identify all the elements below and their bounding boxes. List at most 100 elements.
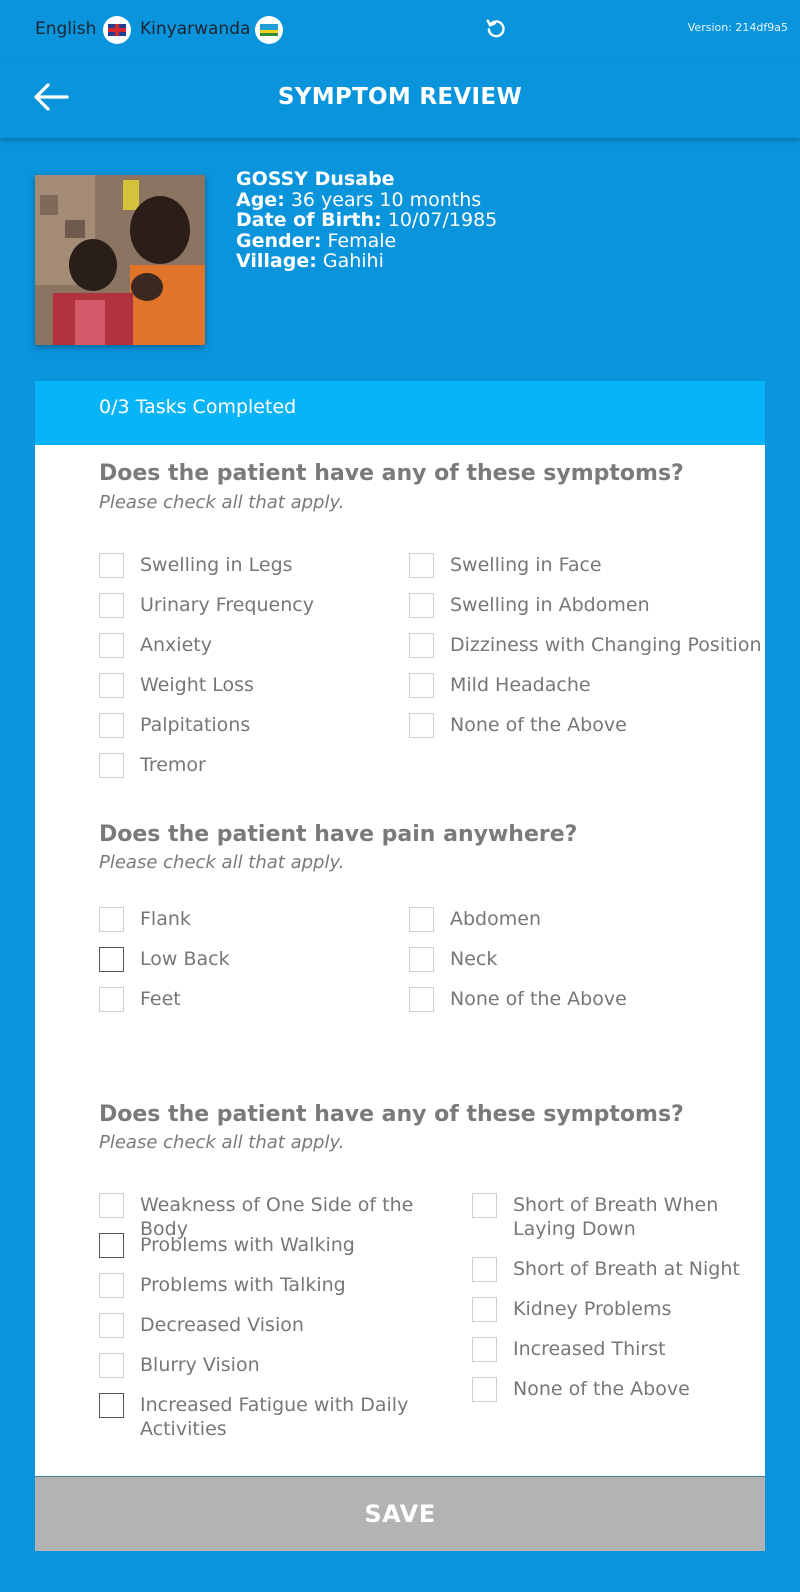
checkbox-dizziness[interactable]: Dizziness with Changing Position bbox=[409, 633, 762, 658]
checkbox-box[interactable] bbox=[409, 633, 434, 658]
checkbox-sob-laying-down[interactable]: Short of Breath When Laying Down bbox=[472, 1193, 742, 1241]
checkbox-label: Flank bbox=[140, 908, 191, 930]
section-3-title: Does the patient have any of these sympt… bbox=[99, 1102, 684, 1127]
checkbox-none-of-the-above-1[interactable]: None of the Above bbox=[409, 713, 627, 738]
checkbox-box[interactable] bbox=[99, 1233, 124, 1258]
checkbox-mild-headache[interactable]: Mild Headache bbox=[409, 673, 591, 698]
version-label: Version: 214df9a5 bbox=[687, 21, 788, 34]
checkbox-none-of-the-above-3[interactable]: None of the Above bbox=[472, 1377, 752, 1402]
checkbox-neck[interactable]: Neck bbox=[409, 947, 497, 972]
patient-age: 36 years 10 months bbox=[290, 188, 482, 211]
checkbox-feet[interactable]: Feet bbox=[99, 987, 181, 1012]
checkbox-box[interactable] bbox=[99, 593, 124, 618]
checkbox-box[interactable] bbox=[99, 947, 124, 972]
checkbox-box[interactable] bbox=[409, 673, 434, 698]
checkbox-increased-fatigue[interactable]: Increased Fatigue with Daily Activities bbox=[99, 1393, 419, 1441]
checkbox-box[interactable] bbox=[409, 553, 434, 578]
patient-gender-row: Gender: Female bbox=[236, 229, 497, 252]
patient-gender: Female bbox=[327, 229, 397, 252]
checkbox-box[interactable] bbox=[99, 907, 124, 932]
checkbox-box[interactable] bbox=[409, 907, 434, 932]
refresh-icon[interactable] bbox=[485, 17, 507, 39]
checkbox-urinary-frequency[interactable]: Urinary Frequency bbox=[99, 593, 314, 618]
checkbox-abdomen[interactable]: Abdomen bbox=[409, 907, 541, 932]
patient-photo bbox=[35, 175, 205, 345]
checkbox-box[interactable] bbox=[99, 1393, 124, 1418]
patient-age-row: Age: 36 years 10 months bbox=[236, 188, 497, 211]
patient-dob-row: Date of Birth: 10/07/1985 bbox=[236, 210, 497, 231]
checkbox-label: Palpitations bbox=[140, 714, 251, 736]
checkbox-tremor[interactable]: Tremor bbox=[99, 753, 206, 778]
checkbox-box[interactable] bbox=[409, 987, 434, 1012]
checkbox-box[interactable] bbox=[472, 1337, 497, 1362]
checkbox-label: Problems with Talking bbox=[140, 1274, 346, 1296]
checkbox-swelling-in-abdomen[interactable]: Swelling in Abdomen bbox=[409, 593, 650, 618]
checkbox-label: Increased Fatigue with Daily Activities bbox=[140, 1394, 409, 1440]
checkbox-decreased-vision[interactable]: Decreased Vision bbox=[99, 1313, 429, 1338]
age-label: Age: bbox=[236, 188, 285, 211]
checkbox-label: Urinary Frequency bbox=[140, 594, 314, 616]
checkbox-increased-thirst[interactable]: Increased Thirst bbox=[472, 1337, 752, 1362]
symptom-card: 0/3 Tasks Completed Does the patient hav… bbox=[35, 381, 765, 1551]
checkbox-label: Abdomen bbox=[450, 908, 541, 930]
checkbox-weight-loss[interactable]: Weight Loss bbox=[99, 673, 254, 698]
patient-village-row: Village: Gahihi bbox=[236, 251, 497, 272]
checkbox-box[interactable] bbox=[472, 1377, 497, 1402]
checkbox-flank[interactable]: Flank bbox=[99, 907, 191, 932]
checkbox-label: Decreased Vision bbox=[140, 1314, 304, 1336]
checkbox-label: Feet bbox=[140, 988, 181, 1010]
checkbox-label: Tremor bbox=[140, 754, 206, 776]
checkbox-low-back[interactable]: Low Back bbox=[99, 947, 230, 972]
checkbox-box[interactable] bbox=[409, 947, 434, 972]
language-bar: English Kinyarwanda Version: 214df9a5 bbox=[0, 0, 800, 60]
page-title: SYMPTOM REVIEW bbox=[277, 84, 523, 110]
checkbox-anxiety[interactable]: Anxiety bbox=[99, 633, 212, 658]
checkbox-box[interactable] bbox=[99, 633, 124, 658]
checkbox-label: Kidney Problems bbox=[513, 1298, 672, 1320]
checkbox-label: Swelling in Face bbox=[450, 554, 602, 576]
progress-banner: 0/3 Tasks Completed bbox=[35, 381, 765, 445]
checkbox-swelling-in-face[interactable]: Swelling in Face bbox=[409, 553, 602, 578]
checkbox-label: Anxiety bbox=[140, 634, 212, 656]
checkbox-label: Increased Thirst bbox=[513, 1338, 666, 1360]
checkbox-none-of-the-above-2[interactable]: None of the Above bbox=[409, 987, 627, 1012]
checkbox-box[interactable] bbox=[99, 1313, 124, 1338]
save-button[interactable]: SAVE bbox=[35, 1476, 765, 1551]
checkbox-label: Problems with Walking bbox=[140, 1234, 355, 1256]
checkbox-box[interactable] bbox=[99, 987, 124, 1012]
checkbox-label: Short of Breath at Night bbox=[513, 1258, 740, 1280]
uk-flag-icon[interactable] bbox=[103, 16, 131, 44]
checkbox-box[interactable] bbox=[472, 1297, 497, 1322]
language-kinyarwanda-label[interactable]: Kinyarwanda bbox=[140, 19, 250, 39]
checkbox-box[interactable] bbox=[472, 1257, 497, 1282]
checkbox-blurry-vision[interactable]: Blurry Vision bbox=[99, 1353, 429, 1378]
checkbox-label: Short of Breath When Laying Down bbox=[513, 1194, 719, 1240]
checkbox-label: Swelling in Legs bbox=[140, 554, 293, 576]
checkbox-label: Swelling in Abdomen bbox=[450, 594, 650, 616]
checkbox-sob-at-night[interactable]: Short of Breath at Night bbox=[472, 1257, 752, 1282]
tasks-completed-label: 0/3 Tasks Completed bbox=[99, 396, 297, 418]
checkbox-palpitations[interactable]: Palpitations bbox=[99, 713, 250, 738]
checkbox-label: Weight Loss bbox=[140, 674, 254, 696]
checkbox-label: Blurry Vision bbox=[140, 1354, 260, 1376]
checkbox-box[interactable] bbox=[99, 753, 124, 778]
checkbox-label: None of the Above bbox=[450, 714, 627, 736]
section-3-subtitle: Please check all that apply. bbox=[99, 1132, 345, 1153]
checkbox-box[interactable] bbox=[472, 1193, 497, 1218]
checkbox-problems-walking[interactable]: Problems with Walking bbox=[99, 1233, 429, 1258]
checkbox-box[interactable] bbox=[99, 673, 124, 698]
checkbox-problems-talking[interactable]: Problems with Talking bbox=[99, 1273, 429, 1298]
rwanda-flag-icon[interactable] bbox=[255, 16, 283, 44]
checkbox-box[interactable] bbox=[409, 593, 434, 618]
checkbox-box[interactable] bbox=[99, 1353, 124, 1378]
checkbox-box[interactable] bbox=[409, 713, 434, 738]
checkbox-swelling-in-legs[interactable]: Swelling in Legs bbox=[99, 553, 293, 578]
checkbox-box[interactable] bbox=[99, 1273, 124, 1298]
checkbox-kidney-problems[interactable]: Kidney Problems bbox=[472, 1297, 752, 1322]
section-1-subtitle: Please check all that apply. bbox=[99, 492, 345, 513]
checkbox-box[interactable] bbox=[99, 713, 124, 738]
checkbox-box[interactable] bbox=[99, 553, 124, 578]
language-english-label[interactable]: English bbox=[35, 19, 96, 39]
patient-village: Gahihi bbox=[322, 250, 384, 272]
checkbox-box[interactable] bbox=[99, 1193, 124, 1218]
